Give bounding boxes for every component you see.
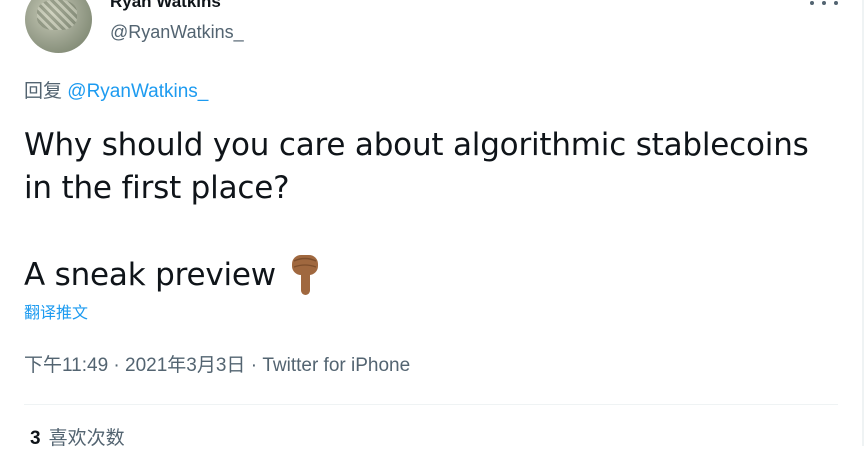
tweet-text-line: A sneak preview: [24, 253, 834, 297]
tweet-meta: 下午11:49 · 2021年3月3日 · Twitter for iPhone: [24, 353, 410, 379]
author-display-name[interactable]: Ryan Watkins: [110, 0, 221, 13]
backhand-index-pointing-down-icon: [286, 253, 324, 297]
reply-mention-link[interactable]: @RyanWatkins_: [67, 81, 208, 102]
tweet-time[interactable]: 下午11:49: [24, 355, 108, 376]
meta-separator: ·: [108, 355, 126, 376]
author-handle[interactable]: @RyanWatkins_: [110, 20, 244, 44]
likes-stat[interactable]: 3 喜欢次数: [30, 427, 125, 451]
tweet-text-line: Why should you care about algorithmic st…: [24, 127, 809, 206]
tweet-text-sneak: A sneak preview: [24, 256, 276, 293]
more-icon[interactable]: [810, 0, 838, 10]
meta-separator: ·: [245, 355, 263, 376]
more-dot: [822, 1, 826, 5]
tweet-text: Why should you care about algorithmic st…: [24, 124, 834, 297]
translate-tweet-link[interactable]: 翻译推文: [24, 303, 88, 325]
tweet-source[interactable]: Twitter for iPhone: [262, 355, 410, 376]
reply-context: 回复 @RyanWatkins_: [24, 80, 208, 104]
reply-prefix: 回复: [24, 81, 63, 102]
more-dot: [810, 1, 814, 5]
tweet-date[interactable]: 2021年3月3日: [125, 355, 245, 376]
divider: [24, 404, 838, 405]
avatar[interactable]: [25, 0, 92, 53]
more-dot: [834, 1, 838, 5]
